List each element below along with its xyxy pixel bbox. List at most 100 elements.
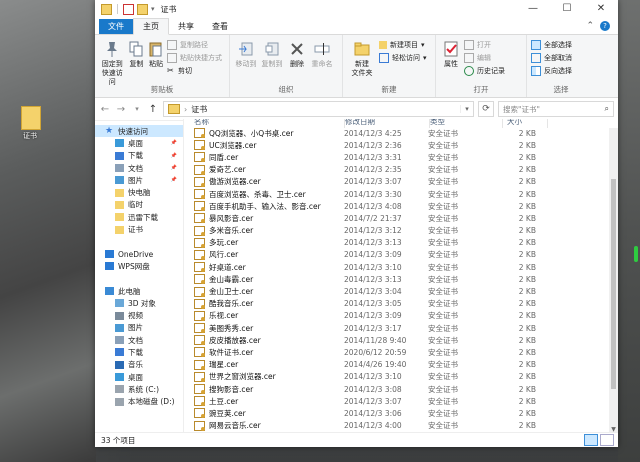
file-row[interactable]: UC浏览器.cer 2014/12/3 2:36 安全证书 2 KB: [184, 139, 608, 151]
nav-item[interactable]: 3D 对象: [95, 297, 183, 309]
file-row[interactable]: 百度浏览器、杀毒、卫士.cer 2014/12/3 3:30 安全证书 2 KB: [184, 188, 608, 200]
nav-item[interactable]: 桌面 📌: [95, 137, 183, 149]
forward-arrow-icon[interactable]: →: [115, 104, 127, 115]
file-row[interactable]: QQ浏览器、小Q书桌.cer 2014/12/3 4:25 安全证书 2 KB: [184, 127, 608, 139]
file-row[interactable]: 多米音乐.cer 2014/12/3 3:12 安全证书 2 KB: [184, 225, 608, 237]
cut-button[interactable]: ✂ 剪切: [167, 66, 222, 76]
nav-item[interactable]: 音乐: [95, 359, 183, 371]
nav-item[interactable]: 本地磁盘 (D:): [95, 396, 183, 408]
tab-share[interactable]: 共享: [169, 19, 203, 34]
column-size[interactable]: 大小: [503, 119, 548, 128]
help-icon[interactable]: ?: [600, 21, 610, 31]
file-row[interactable]: 百度手机助手、输入法、影音.cer 2014/12/3 4:08 安全证书 2 KB: [184, 200, 608, 212]
nav-item[interactable]: OneDrive: [95, 248, 183, 260]
up-arrow-icon[interactable]: ↑: [147, 104, 159, 115]
tab-home[interactable]: 主页: [133, 18, 169, 35]
nav-item[interactable]: 快电脑: [95, 186, 183, 198]
copy-path-button[interactable]: 复制路径: [167, 40, 222, 50]
file-row[interactable]: 网易云音乐.cer 2014/12/3 4:00 安全证书 2 KB: [184, 420, 608, 432]
file-date: 2014/12/3 4:08: [344, 201, 402, 211]
file-row[interactable]: 豌豆荚.cer 2014/12/3 3:06 安全证书 2 KB: [184, 407, 608, 419]
file-type: 安全证书: [428, 177, 458, 187]
refresh-icon[interactable]: ⟳: [478, 101, 494, 117]
recent-chevron-icon[interactable]: ▾: [131, 105, 143, 113]
nav-item[interactable]: 临时: [95, 199, 183, 211]
file-row[interactable]: 软件证书.cer 2020/6/12 20:59 安全证书 2 KB: [184, 346, 608, 358]
file-row[interactable]: 瑞星.cer 2014/4/26 19:40 安全证书 2 KB: [184, 359, 608, 371]
select-none-button[interactable]: 全部取消: [531, 53, 572, 63]
file-row[interactable]: 同盾.cer 2014/12/3 3:31 安全证书 2 KB: [184, 151, 608, 163]
nav-item[interactable]: 系统 (C:): [95, 383, 183, 395]
folder-icon: [21, 106, 41, 130]
file-row[interactable]: 好桌道.cer 2014/12/3 3:10 安全证书 2 KB: [184, 261, 608, 273]
nav-item[interactable]: 文档: [95, 334, 183, 346]
file-row[interactable]: 乐视.cer 2014/12/3 3:09 安全证书 2 KB: [184, 310, 608, 322]
file-name-cell: 搜狗影音.cer: [184, 384, 344, 395]
nav-item-label: 文档: [128, 163, 143, 173]
file-size: 2 KB: [518, 323, 536, 333]
chevron-down-icon[interactable]: ▾: [460, 105, 473, 113]
file-size: 2 KB: [518, 372, 536, 382]
close-button[interactable]: ✕: [584, 0, 618, 18]
file-row[interactable]: 皮皮播放器.cer 2014/11/28 9:40 安全证书 2 KB: [184, 334, 608, 346]
new-folder-quick-icon[interactable]: [137, 3, 148, 15]
file-name-cell: 网易云音乐.cer: [184, 420, 344, 431]
nav-item[interactable]: 视频: [95, 309, 183, 321]
file-name-cell: 多玩.cer: [184, 237, 344, 248]
tab-file[interactable]: 文件: [99, 19, 133, 34]
breadcrumb[interactable]: 证书: [191, 104, 207, 115]
file-row[interactable]: 金山毒霸.cer 2014/12/3 3:13 安全证书 2 KB: [184, 273, 608, 285]
open-button[interactable]: 打开: [464, 40, 505, 50]
details-view-icon[interactable]: [584, 434, 598, 446]
new-item-button[interactable]: 新建项目 ▾: [379, 40, 427, 50]
properties-quick-icon[interactable]: [123, 3, 134, 15]
nav-item[interactable]: 下载: [95, 346, 183, 358]
large-icons-view-icon[interactable]: [600, 434, 614, 446]
tab-view[interactable]: 查看: [203, 19, 237, 34]
nav-item[interactable]: 迅雷下载: [95, 211, 183, 223]
nav-item[interactable]: 文档 📌: [95, 162, 183, 174]
file-row[interactable]: 爱奇艺.cer 2014/12/3 2:35 安全证书 2 KB: [184, 164, 608, 176]
maximize-button[interactable]: ☐: [550, 0, 584, 18]
scrollbar-thumb[interactable]: [611, 179, 616, 389]
nav-item[interactable]: 下载 📌: [95, 150, 183, 162]
vertical-scrollbar[interactable]: ▲ ▼: [609, 119, 618, 433]
cut-label: 剪切: [178, 67, 193, 75]
file-size: 2 KB: [518, 421, 536, 431]
file-row[interactable]: 搜狗影音.cer 2014/12/3 3:08 安全证书 2 KB: [184, 383, 608, 395]
nav-item[interactable]: 图片: [95, 322, 183, 334]
desktop-folder-icon[interactable]: 证书: [18, 106, 42, 144]
back-arrow-icon[interactable]: ←: [99, 104, 111, 115]
file-row[interactable]: 世界之窗浏览器.cer 2014/12/3 3:10 安全证书 2 KB: [184, 371, 608, 383]
nav-item[interactable]: 此电脑: [95, 285, 183, 297]
column-name[interactable]: 名称: [184, 119, 345, 128]
collapse-ribbon-icon[interactable]: ⌃: [586, 21, 594, 31]
nav-item[interactable]: 证书: [95, 223, 183, 235]
easy-access-button[interactable]: 轻松访问 ▾: [379, 53, 427, 63]
file-row[interactable]: 多玩.cer 2014/12/3 3:13 安全证书 2 KB: [184, 237, 608, 249]
search-input[interactable]: 搜索"证书" ⌕: [498, 101, 614, 117]
file-row[interactable]: 酷我音乐.cer 2014/12/3 3:05 安全证书 2 KB: [184, 298, 608, 310]
minimize-button[interactable]: —: [516, 0, 550, 18]
file-row[interactable]: 美图秀秀.cer 2014/12/3 3:17 安全证书 2 KB: [184, 322, 608, 334]
file-row[interactable]: 暴风影音.cer 2014/7/2 21:37 安全证书 2 KB: [184, 212, 608, 224]
nav-item[interactable]: WPS网盘: [95, 260, 183, 272]
file-row[interactable]: 傲游浏览器.cer 2014/12/3 3:07 安全证书 2 KB: [184, 176, 608, 188]
file-name-cell: 皮皮播放器.cer: [184, 335, 344, 346]
select-all-button[interactable]: 全部选择: [531, 40, 572, 50]
column-date[interactable]: 修改日期: [345, 119, 430, 128]
nav-item[interactable]: 图片 📌: [95, 174, 183, 186]
file-row[interactable]: 风行.cer 2014/12/3 3:09 安全证书 2 KB: [184, 249, 608, 261]
paste-shortcut-button[interactable]: 粘贴快捷方式: [167, 53, 222, 63]
certificate-icon: [194, 347, 205, 358]
address-bar[interactable]: › 证书 ▾: [163, 101, 474, 117]
nav-item[interactable]: ★ 快速访问: [95, 125, 183, 138]
column-type[interactable]: 类型: [430, 119, 503, 128]
file-row[interactable]: 金山卫士.cer 2014/12/3 3:04 安全证书 2 KB: [184, 285, 608, 297]
chevron-down-icon[interactable]: ▾: [151, 5, 155, 13]
nav-item[interactable]: 桌面: [95, 371, 183, 383]
history-button[interactable]: 历史记录: [464, 66, 505, 76]
invert-selection-button[interactable]: 反向选择: [531, 66, 572, 76]
edit-button[interactable]: 编辑: [464, 53, 505, 63]
file-row[interactable]: 土豆.cer 2014/12/3 3:07 安全证书 2 KB: [184, 395, 608, 407]
